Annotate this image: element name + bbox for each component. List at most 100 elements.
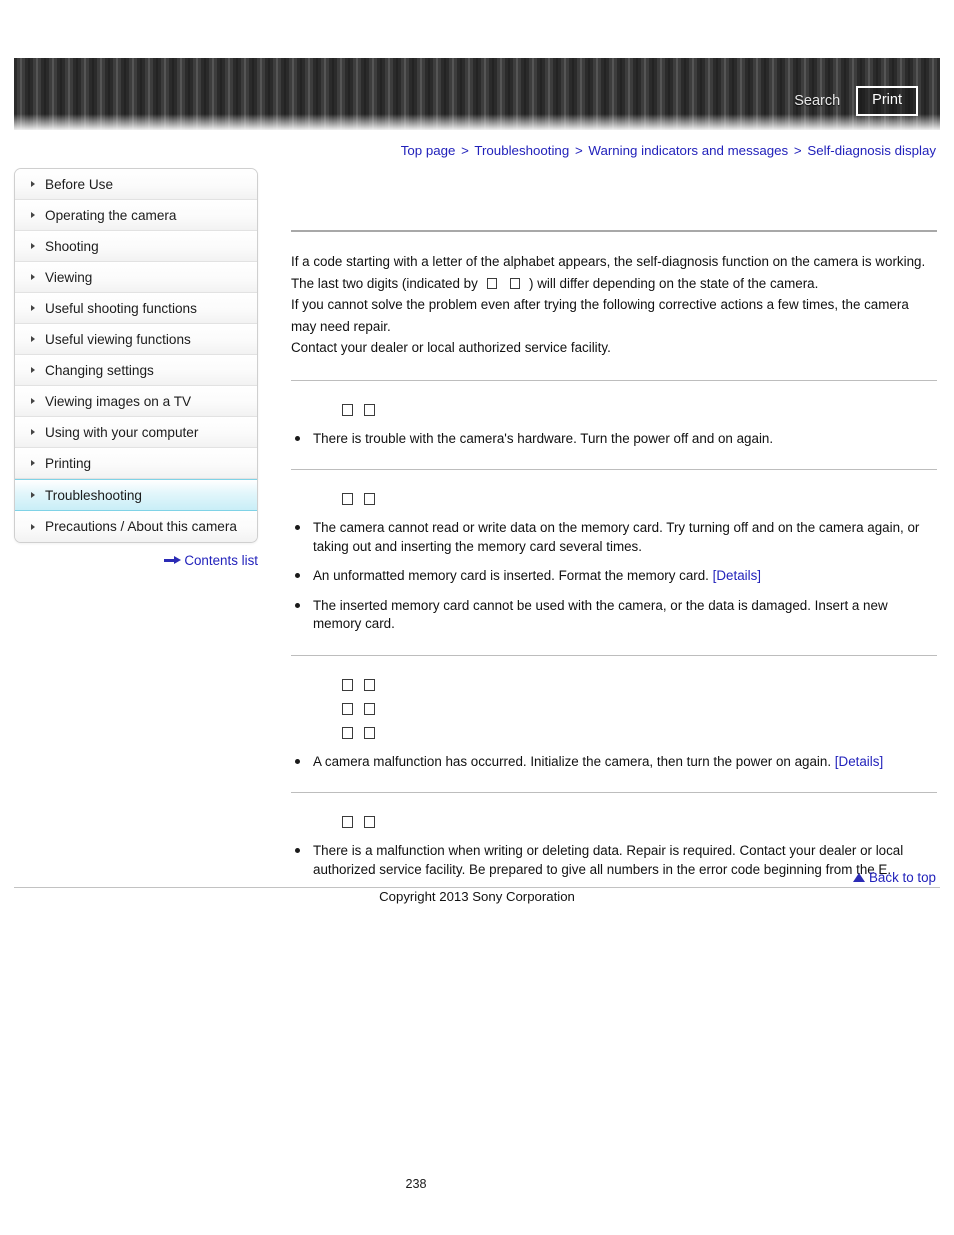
sidebar-item-useful-shooting-functions[interactable]: Useful shooting functions	[15, 293, 257, 324]
missing-glyph-box-icon	[364, 726, 375, 739]
intro-paragraph-2: If you cannot solve the problem even aft…	[291, 297, 909, 334]
chevron-right-icon	[31, 367, 35, 373]
sidebar-item-shooting[interactable]: Shooting	[15, 231, 257, 262]
list-item: There is a malfunction when writing or d…	[291, 842, 937, 879]
chevron-right-icon	[31, 274, 35, 280]
sidebar-item-precautions-about-this-camera[interactable]: Precautions / About this camera	[15, 511, 257, 542]
details-link[interactable]: [Details]	[713, 568, 761, 583]
chevron-right-icon	[31, 305, 35, 311]
missing-glyph-box-icon	[364, 702, 375, 715]
search-button[interactable]: Search	[792, 91, 842, 112]
breadcrumb-item-troubleshooting[interactable]: Troubleshooting	[474, 143, 569, 158]
chevron-right-icon	[31, 460, 35, 466]
chevron-right-icon	[31, 212, 35, 218]
sidebar-item-label: Troubleshooting	[45, 487, 142, 503]
error-code-line	[291, 721, 937, 745]
sidebar-item-label: Viewing images on a TV	[45, 393, 192, 409]
missing-glyph-box-icon	[342, 726, 353, 739]
bullet-dot-icon	[295, 435, 300, 441]
missing-glyph-box-icon	[364, 493, 375, 505]
details-link[interactable]: [Details]	[835, 754, 883, 769]
section-divider	[291, 469, 937, 470]
sidebar-nav: Before Use Operating the camera Shooting Vi…	[14, 168, 258, 543]
list-item: An unformatted memory card is inserted. …	[291, 567, 937, 586]
chevron-right-icon	[31, 492, 35, 498]
chevron-right-icon	[31, 523, 35, 530]
main-content: If a code starting with a letter of the …	[291, 230, 937, 879]
list-item-text: An unformatted memory card is inserted. …	[313, 568, 709, 583]
contents-list-label: Contents list	[184, 553, 258, 568]
bullet-dot-icon	[295, 848, 300, 853]
chevron-right-icon	[31, 181, 35, 187]
header-banner: Search Print	[14, 58, 940, 130]
missing-glyph-box-icon	[342, 702, 353, 715]
breadcrumb-separator: >	[793, 143, 802, 158]
intro-text: If a code starting with a letter of the …	[291, 251, 937, 359]
triangle-up-icon	[853, 873, 865, 882]
page-number: 238	[405, 1177, 427, 1191]
corrective-action-list: There is trouble with the camera's hardw…	[291, 430, 937, 449]
error-code-line	[291, 398, 937, 422]
list-item-text: The camera cannot read or write data on …	[313, 520, 920, 554]
sidebar-item-before-use[interactable]: Before Use	[15, 169, 257, 200]
missing-glyph-box-icon	[486, 277, 497, 289]
bullet-dot-icon	[295, 758, 300, 764]
sidebar-item-using-with-your-computer[interactable]: Using with your computer	[15, 417, 257, 448]
intro-text-part-2: ) will differ depending on the state of …	[529, 275, 819, 291]
missing-glyph-box-icon	[342, 493, 353, 505]
sidebar-item-printing[interactable]: Printing	[15, 448, 257, 479]
contents-list-link[interactable]: Contents list	[14, 553, 258, 568]
sidebar-item-label: Precautions / About this camera	[45, 519, 237, 534]
section-divider	[291, 654, 937, 656]
header-fade	[14, 114, 940, 130]
back-to-top-link[interactable]: Back to top	[853, 870, 936, 885]
missing-glyph-box-icon	[510, 277, 521, 289]
sidebar-item-useful-viewing-functions[interactable]: Useful viewing functions	[15, 324, 257, 355]
sidebar-item-label: Operating the camera	[45, 207, 177, 223]
chevron-right-icon	[31, 398, 35, 404]
error-code-line	[291, 673, 937, 697]
corrective-action-list: There is a malfunction when writing or d…	[291, 842, 937, 879]
missing-glyph-box-icon	[364, 403, 375, 416]
content-top-rule	[291, 230, 937, 232]
error-code-sections: There is trouble with the camera's hardw…	[291, 379, 937, 880]
chevron-right-icon	[31, 243, 35, 249]
breadcrumb-separator: >	[574, 143, 583, 158]
missing-glyph-box-icon	[342, 403, 353, 416]
missing-glyph-box-icon	[364, 678, 375, 691]
sidebar-item-operating-the-camera[interactable]: Operating the camera	[15, 200, 257, 231]
missing-glyph-box-icon	[364, 816, 375, 828]
list-item-text: There is trouble with the camera's hardw…	[313, 430, 774, 446]
breadcrumb-item-warning-indicators[interactable]: Warning indicators and messages	[588, 143, 788, 158]
sidebar-item-viewing-images-on-a-tv[interactable]: Viewing images on a TV	[15, 386, 257, 417]
sidebar-item-viewing[interactable]: Viewing	[15, 262, 257, 293]
list-item: There is trouble with the camera's hardw…	[291, 430, 937, 449]
bullet-dot-icon	[295, 602, 300, 608]
breadcrumb-item-self-diagnosis[interactable]: Self-diagnosis display	[807, 143, 936, 158]
sidebar-item-label: Useful viewing functions	[45, 331, 191, 347]
header-controls: Search Print	[792, 86, 918, 116]
arrow-right-icon	[164, 556, 182, 565]
sidebar-item-troubleshooting[interactable]: Troubleshooting	[15, 479, 257, 511]
breadcrumb: Top page > Troubleshooting > Warning ind…	[401, 143, 936, 158]
print-button[interactable]: Print	[856, 86, 918, 116]
sidebar-item-label: Useful shooting functions	[45, 300, 197, 316]
footer-divider	[14, 887, 940, 888]
copyright-text: Copyright 2013 Sony Corporation	[379, 889, 575, 904]
bullet-dot-icon	[295, 525, 300, 530]
chevron-right-icon	[31, 429, 35, 435]
chevron-right-icon	[31, 336, 35, 342]
intro-paragraph-1: If a code starting with a letter of the …	[291, 251, 937, 294]
intro-paragraph-3: Contact your dealer or local authorized …	[291, 340, 611, 355]
list-item-text: A camera malfunction has occurred. Initi…	[313, 753, 832, 769]
breadcrumb-item-top-page[interactable]: Top page	[401, 143, 456, 158]
list-item-text: There is a malfunction when writing or d…	[313, 843, 904, 877]
sidebar-item-changing-settings[interactable]: Changing settings	[15, 355, 257, 386]
list-item-text: The inserted memory card cannot be used …	[313, 597, 888, 632]
corrective-action-list: A camera malfunction has occurred. Initi…	[291, 753, 937, 772]
error-code-line	[291, 697, 937, 721]
sidebar-item-label: Before Use	[45, 176, 114, 192]
list-item: A camera malfunction has occurred. Initi…	[291, 753, 937, 772]
list-item: The inserted memory card cannot be used …	[291, 597, 937, 634]
sidebar-item-label: Changing settings	[45, 362, 154, 378]
